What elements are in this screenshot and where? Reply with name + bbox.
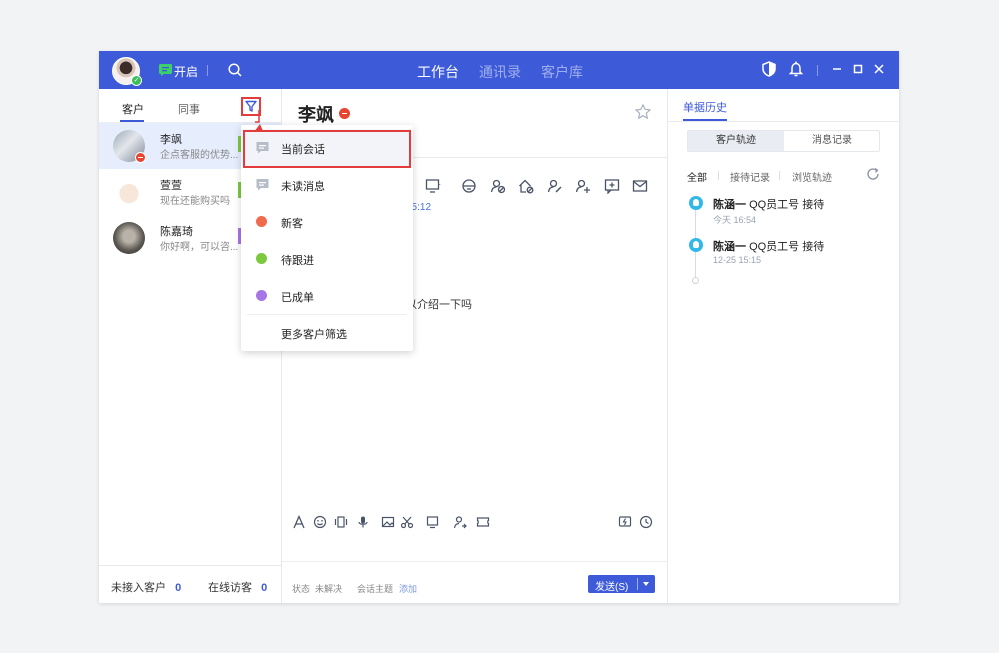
topic-label: 会话主题 [357,584,394,594]
contact-name: 李飒 [160,134,182,146]
menu-item-more-filters[interactable]: 更多客户筛选 [241,314,413,351]
contact-name: 萱萱 [160,180,182,192]
contact-last-message: 现在还能购买吗 [160,196,230,207]
search-icon[interactable] [227,62,243,78]
online-visitors[interactable]: 在线访客 0 [208,579,267,595]
font-icon[interactable] [292,515,306,529]
status-label[interactable]: 开启 [174,63,198,80]
timeline-end-dot [692,277,699,284]
ticket-icon[interactable] [476,515,490,529]
add-message-icon[interactable] [604,178,620,194]
user-block-icon[interactable] [490,178,506,194]
user-add-icon[interactable] [575,178,591,194]
avatar [113,176,145,208]
user-edit-icon[interactable] [547,178,563,194]
qq-icon [689,238,703,252]
timeline-entry: 陈涵一 QQ员工号 接待 [713,199,825,211]
status-value[interactable]: 未解决 [315,582,342,595]
user-avatar[interactable]: ✓ [112,57,142,86]
online-check-icon: ✓ [131,75,142,86]
vibrate-icon[interactable] [334,515,348,529]
service-icon[interactable] [461,178,477,194]
menu-item-new-customers[interactable]: 新客 [241,203,413,240]
divider [207,65,208,76]
menu-item-pending-follow-up[interactable]: 待跟进 [241,240,413,277]
app-window: ✓ 开启 工作台 通讯录 客户库 客户 同事 李飒 企点客服的优势... 萱萱 … [99,51,899,603]
segment-control: 客户轨迹 消息记录 [687,130,880,152]
timeline-time: 12-25 15:15 [713,255,762,265]
emoji-icon[interactable] [313,515,327,529]
panel-title[interactable]: 单据历史 [683,99,727,115]
tab-contacts[interactable]: 通讯录 [479,62,521,82]
menu-item-deal-closed[interactable]: 已成单 [241,277,413,314]
timeline-time: 今天 16:54 [713,215,757,225]
status-dot [256,216,267,227]
tab-workbench[interactable]: 工作台 [417,62,459,82]
divider [817,65,818,76]
chevron-down-icon[interactable] [643,582,649,586]
contact-last-message: 企点客服的优势... [160,150,239,161]
busy-status-icon [135,152,146,163]
titlebar: ✓ 开启 工作台 通讯录 客户库 [99,51,899,89]
send-button[interactable]: 发送(S) [588,575,655,593]
tab-colleagues[interactable]: 同事 [178,101,200,117]
menu-item-unread-messages[interactable]: 未读消息 [241,166,413,203]
minimize-icon[interactable] [830,62,844,76]
message-text: 以介绍一下吗 [406,299,472,311]
panel-footer: 未接入客户 0 在线访客 0 [99,565,282,603]
timeline-entry: 陈涵一 QQ员工号 接待 [713,241,825,253]
screen-share-icon[interactable] [425,178,441,194]
avatar [113,222,145,254]
contact-name: 陈嘉琦 [160,226,193,238]
unassigned-customers[interactable]: 未接入客户 0 [111,579,181,595]
screenshot-icon[interactable] [426,515,440,529]
shield-icon[interactable] [760,60,778,78]
image-icon[interactable] [381,515,395,529]
home-block-icon[interactable] [518,178,534,194]
divider [668,121,899,122]
divider [282,561,668,562]
filter-reception-records[interactable]: 接待记录 [730,169,770,184]
filter-browse-track[interactable]: 浏览轨迹 [792,169,832,184]
tab-customer-library[interactable]: 客户库 [541,62,583,82]
quick-reply-icon[interactable] [618,515,632,529]
transfer-icon[interactable] [453,515,467,529]
bell-icon[interactable] [787,60,805,78]
microphone-icon[interactable] [356,515,370,529]
filter-dropdown-menu: 当前会话 未读消息 新客 待跟进 已成单 更多客户筛选 [241,125,413,351]
mail-icon[interactable] [632,178,648,194]
qq-icon [689,196,703,210]
annotation-arrow-icon [254,110,263,132]
filter-all[interactable]: 全部 [687,169,707,184]
close-icon[interactable] [872,62,886,76]
status-label: 状态 [292,584,311,594]
topic-add-link[interactable]: 添加 [399,582,417,595]
history-panel: 单据历史 客户轨迹 消息记录 全部 接待记录 浏览轨迹 陈涵一 QQ员工号 接待… [668,89,899,603]
star-icon[interactable] [634,103,652,121]
unread-message-icon [256,179,269,191]
chat-icon [256,142,269,154]
refresh-icon[interactable] [866,167,880,181]
tab-customers[interactable]: 客户 [122,101,144,117]
busy-status-icon [339,108,350,119]
segment-customer-track[interactable]: 客户轨迹 [688,131,784,151]
send-button-label: 发送(S) [595,582,629,593]
chat-contact-name: 李飒 [298,105,334,125]
maximize-icon[interactable] [851,62,865,76]
contact-last-message: 你好啊，可以咨... [160,242,239,253]
status-dot [256,290,267,301]
status-dot [256,253,267,264]
scissors-icon[interactable] [400,515,414,529]
online-count: 0 [261,582,268,594]
unassigned-count: 0 [175,582,182,594]
segment-message-records[interactable]: 消息记录 [784,131,879,151]
history-clock-icon[interactable] [639,515,653,529]
status-chat-icon [159,64,172,76]
